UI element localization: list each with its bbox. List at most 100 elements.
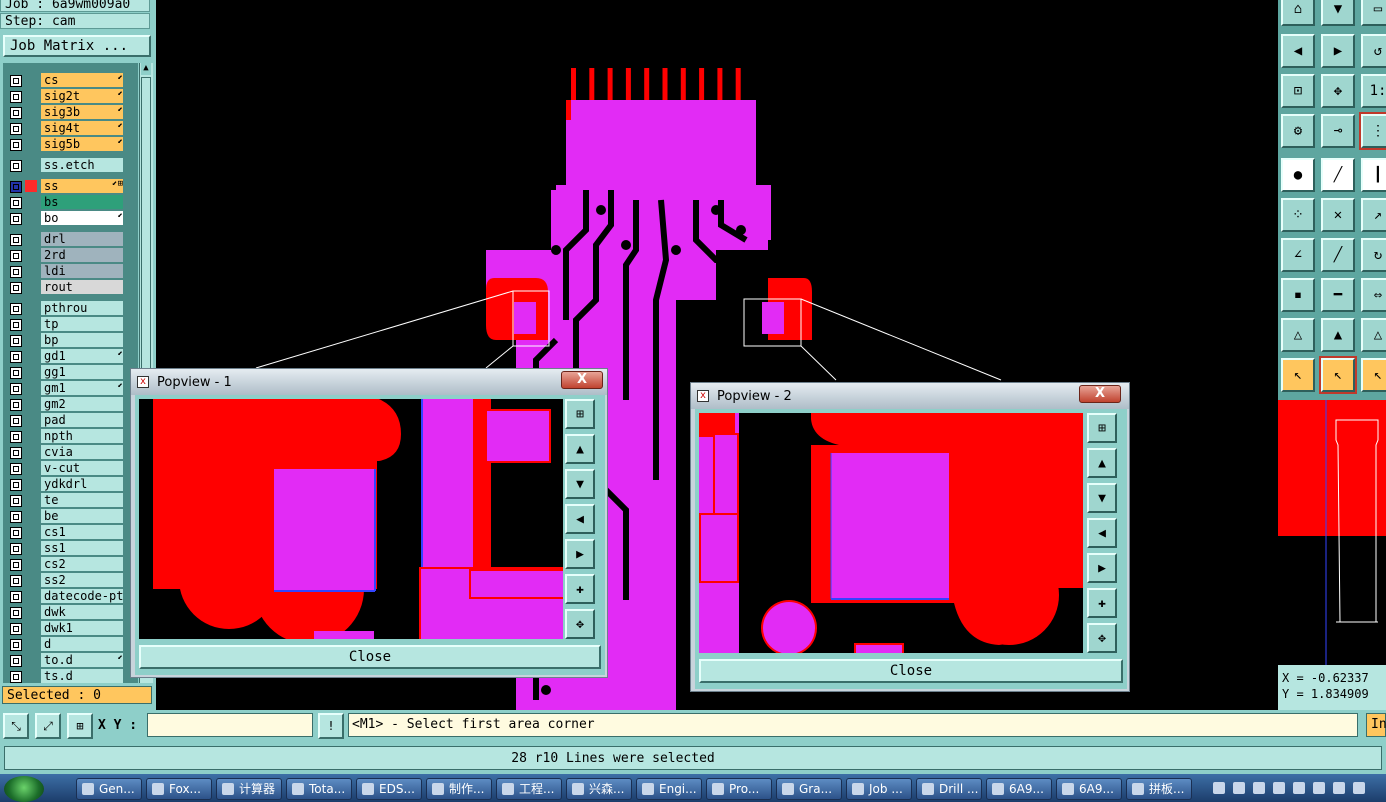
layer-checkbox[interactable] — [10, 383, 22, 395]
layer-checkbox[interactable] — [10, 160, 22, 172]
volume-icon[interactable] — [1293, 782, 1305, 794]
pad-icon[interactable]: ▪ — [1281, 278, 1315, 312]
layer-checkbox[interactable] — [10, 367, 22, 379]
layer-row[interactable]: gd1 ⬋ — [3, 349, 138, 365]
layer-checkbox[interactable] — [10, 591, 22, 603]
layer-checkbox[interactable] — [10, 319, 22, 331]
triangle-icon[interactable]: △ — [1281, 318, 1315, 352]
popview-zoom-home-icon[interactable]: ⊞ — [1087, 413, 1117, 443]
layer-row[interactable]: to.d ⬋ — [3, 653, 138, 669]
layer-row[interactable]: cs2 — [3, 557, 138, 573]
layer-checkbox[interactable] — [10, 463, 22, 475]
line-icon[interactable]: ━ — [1321, 278, 1355, 312]
layer-row[interactable]: bs — [3, 195, 138, 211]
layer-checkbox[interactable] — [10, 266, 22, 278]
popview-pan-up-icon[interactable]: ▲ — [1087, 448, 1117, 478]
layer-row[interactable]: datecode-ptc — [3, 589, 138, 605]
clock-icon[interactable] — [1353, 782, 1365, 794]
layer-checkbox[interactable] — [10, 671, 22, 683]
triangle-outline-icon[interactable]: ▲ — [1321, 318, 1355, 352]
ruler-icon[interactable]: ▭ — [1361, 0, 1386, 26]
layer-checkbox[interactable] — [10, 479, 22, 491]
layer-row[interactable]: gm2 — [3, 397, 138, 413]
layer-checkbox[interactable] — [10, 91, 22, 103]
layer-checkbox[interactable] — [10, 139, 22, 151]
layer-row[interactable]: bo ⬋ — [3, 211, 138, 227]
taskbar-item[interactable]: 兴森... — [566, 778, 632, 800]
layer-checkbox[interactable] — [10, 639, 22, 651]
pan-down-icon[interactable]: ▼ — [1321, 0, 1355, 26]
slash-icon[interactable]: ╱ — [1321, 238, 1355, 272]
draw-line-icon[interactable]: ╱ — [1321, 158, 1355, 192]
layer-row[interactable]: rout — [3, 280, 138, 296]
close-icon[interactable]: X — [1079, 385, 1121, 403]
overview-preview[interactable] — [1278, 400, 1386, 710]
layer-checkbox[interactable] — [10, 447, 22, 459]
popview-2-canvas[interactable] — [699, 413, 1083, 653]
grid-snap-icon[interactable]: ⊞ — [67, 713, 93, 739]
taskbar-item[interactable]: 制作... — [426, 778, 492, 800]
close-icon[interactable]: X — [561, 371, 603, 389]
taskbar-item[interactable]: Tota... — [286, 778, 352, 800]
taskbar-item[interactable]: Drill ... — [916, 778, 982, 800]
layer-checkbox[interactable] — [10, 351, 22, 363]
layer-row[interactable]: be — [3, 509, 138, 525]
layer-checkbox[interactable] — [10, 234, 22, 246]
flag-icon[interactable] — [1333, 782, 1345, 794]
layer-row[interactable]: cs1 — [3, 525, 138, 541]
layer-row[interactable]: dwk1 — [3, 621, 138, 637]
layer-row[interactable]: drl — [3, 232, 138, 248]
popview-pan-down-icon[interactable]: ▼ — [565, 469, 595, 499]
lasso-icon[interactable]: ↖ — [1361, 358, 1386, 392]
taskbar-item[interactable]: Pro... — [706, 778, 772, 800]
layer-row[interactable]: pthrou — [3, 301, 138, 317]
layer-row[interactable]: ldi — [3, 264, 138, 280]
popview-1-titlebar[interactable]: x Popview - 1 X — [131, 369, 607, 395]
taskbar-item[interactable]: 工程... — [496, 778, 562, 800]
layer-checkbox[interactable] — [10, 303, 22, 315]
start-button-icon[interactable] — [4, 776, 44, 802]
layer-row[interactable]: pad — [3, 413, 138, 429]
layer-row[interactable]: gg1 — [3, 365, 138, 381]
layer-row[interactable]: sig4t ⬋ — [3, 121, 138, 137]
scale-icon[interactable]: 1: — [1361, 74, 1386, 108]
select-pointer-icon[interactable]: ↖ — [1319, 356, 1357, 394]
layer-checkbox[interactable] — [10, 75, 22, 87]
layer-row[interactable]: ss1 — [3, 541, 138, 557]
layer-checkbox[interactable] — [10, 607, 22, 619]
layer-checkbox[interactable] — [10, 181, 22, 193]
popview-zoom-in-icon[interactable]: ✚ — [565, 574, 595, 604]
layer-row[interactable]: v-cut — [3, 461, 138, 477]
network-icon[interactable] — [1213, 782, 1225, 794]
layer-row[interactable]: ss.etch — [3, 158, 138, 174]
angle-icon[interactable]: ∠ — [1281, 238, 1315, 272]
pan-left-icon[interactable]: ◀ — [1281, 34, 1315, 68]
rotate-icon[interactable]: ↺ — [1361, 34, 1386, 68]
layer-checkbox[interactable] — [10, 123, 22, 135]
layer-row[interactable]: tp — [3, 317, 138, 333]
taskbar-item[interactable]: Engi... — [636, 778, 702, 800]
popview-2-close-button[interactable]: Close — [699, 659, 1123, 683]
layer-row[interactable]: sig2t ⬋ — [3, 89, 138, 105]
popview-2-titlebar[interactable]: x Popview - 2 X — [691, 383, 1129, 409]
popview-pan-right-icon[interactable]: ▶ — [565, 539, 595, 569]
zoom-area-icon[interactable]: ⤡ — [3, 713, 29, 739]
pick-icon[interactable]: ⤢ — [35, 713, 61, 739]
popview-pan-right-icon[interactable]: ▶ — [1087, 553, 1117, 583]
popview-pan-up-icon[interactable]: ▲ — [565, 434, 595, 464]
layer-row[interactable]: te — [3, 493, 138, 509]
layer-checkbox[interactable] — [10, 559, 22, 571]
layer-row[interactable]: ts.d — [3, 669, 138, 683]
popview-pan-down-icon[interactable]: ▼ — [1087, 483, 1117, 513]
popview-1-canvas[interactable] — [139, 399, 563, 639]
layer-row[interactable]: 2rd — [3, 248, 138, 264]
popview-zoom-home-icon[interactable]: ⊞ — [565, 399, 595, 429]
layer-checkbox[interactable] — [10, 213, 22, 225]
taskbar-item[interactable]: 6A9... — [986, 778, 1052, 800]
connect-icon[interactable]: ⁘ — [1281, 198, 1315, 232]
layer-row[interactable]: npth — [3, 429, 138, 445]
zoom-fit-icon[interactable]: ⊡ — [1281, 74, 1315, 108]
layer-checkbox[interactable] — [10, 415, 22, 427]
help-icon[interactable] — [1233, 782, 1245, 794]
popview-zoom-out-icon[interactable]: ✥ — [1087, 623, 1117, 653]
